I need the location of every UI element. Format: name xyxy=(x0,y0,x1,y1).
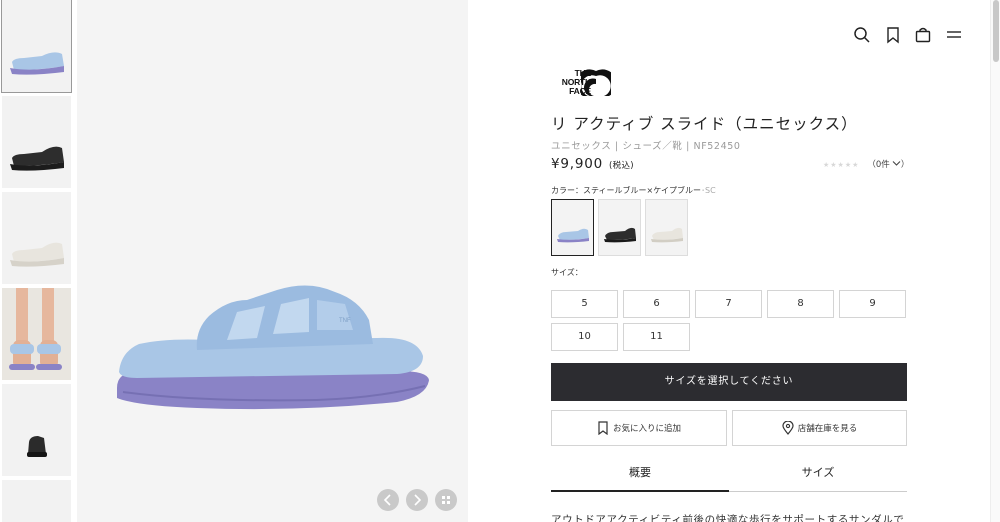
tab-size[interactable]: サイズ xyxy=(729,455,907,492)
chevron-down-icon xyxy=(892,161,901,166)
color-code: ･SC xyxy=(701,186,716,195)
thumbnail-black-slide[interactable] xyxy=(2,96,71,188)
store-stock-label: 店舗在庫を見る xyxy=(797,424,858,434)
cart-button[interactable] xyxy=(914,26,932,44)
thumbnail-blue-slide[interactable] xyxy=(1,0,72,93)
tab-overview[interactable]: 概要 xyxy=(551,455,729,492)
gallery-prev-button[interactable] xyxy=(377,489,399,511)
size-option[interactable]: 8 xyxy=(767,290,834,318)
location-pin-icon xyxy=(782,421,794,435)
product-price: ¥9,900 (税込) xyxy=(551,156,634,172)
tab-divider xyxy=(729,491,907,492)
search-button[interactable] xyxy=(853,26,871,44)
main-product-image: TNF xyxy=(77,0,468,522)
favorites-label: お気に入りに追加 xyxy=(612,424,681,434)
store-stock-button[interactable]: 店舗在庫を見る xyxy=(732,410,907,446)
thumbnail-black-side[interactable] xyxy=(2,384,71,476)
page-scrollbar[interactable] xyxy=(990,0,1000,522)
slide-sandal-image: TNF xyxy=(117,285,429,410)
size-option[interactable]: 6 xyxy=(623,290,690,318)
size-label: サイズ： xyxy=(551,268,583,277)
color-swatch-white[interactable] xyxy=(645,199,688,256)
logo-emboss: TNF xyxy=(339,318,351,324)
color-label: カラー：スティールブルー×ケイプブルー･SC xyxy=(551,186,716,195)
rating-count: （0件 xyxy=(867,160,890,170)
thumbnail-white-slide[interactable] xyxy=(2,192,71,284)
gallery-next-button[interactable] xyxy=(406,489,428,511)
size-option[interactable]: 7 xyxy=(695,290,762,318)
bookmark-icon xyxy=(887,27,899,44)
rating-close-paren: ） xyxy=(900,160,910,170)
thumbnail-strip xyxy=(0,0,76,522)
add-to-favorites-button[interactable]: お気に入りに追加 xyxy=(551,410,727,446)
tax-label: (税込) xyxy=(609,161,634,171)
thumbnail-more[interactable] xyxy=(2,480,71,522)
size-option[interactable]: 9 xyxy=(839,290,906,318)
tab-active-indicator xyxy=(551,490,729,492)
product-title: リ アクティブ スライド（ユニセックス） xyxy=(551,115,858,133)
gallery-grid-button[interactable] xyxy=(435,489,457,511)
half-dome-icon xyxy=(581,69,611,96)
rating-summary[interactable]: ★★★★★ （0件 ） xyxy=(823,158,909,170)
product-subtitle: ユニセックス | シューズ／靴 | NF52450 xyxy=(551,141,741,152)
product-description: アウトドアアクティビティ前後の快適な歩行をサポートするサンダルで xyxy=(551,514,905,522)
chevron-left-icon xyxy=(383,494,391,506)
color-swatch-steel-blue[interactable] xyxy=(551,199,594,256)
size-option[interactable]: 5 xyxy=(551,290,618,318)
bookmark-button[interactable] xyxy=(884,26,902,44)
color-swatch-black[interactable] xyxy=(598,199,641,256)
size-option[interactable]: 10 xyxy=(551,323,618,351)
menu-button[interactable] xyxy=(945,26,963,44)
brand-logo[interactable]: THE NORTH FACE xyxy=(551,69,613,97)
chevron-right-icon xyxy=(414,494,422,506)
rating-stars: ★★★★★ xyxy=(823,161,860,169)
thumbnail-on-feet[interactable] xyxy=(2,288,71,380)
size-option[interactable]: 11 xyxy=(623,323,690,351)
bookmark-icon xyxy=(598,421,608,435)
price-value: ¥9,900 xyxy=(551,156,604,172)
product-detail-panel: THE NORTH FACE リ アクティブ スライド（ユニセックス） ユニセッ… xyxy=(469,0,990,522)
select-size-button[interactable]: サイズを選択してください xyxy=(551,363,907,401)
scrollbar-thumb[interactable] xyxy=(993,0,999,62)
search-icon xyxy=(854,27,870,43)
grid-icon xyxy=(442,496,450,504)
cart-icon xyxy=(915,27,931,43)
menu-icon xyxy=(947,31,961,38)
